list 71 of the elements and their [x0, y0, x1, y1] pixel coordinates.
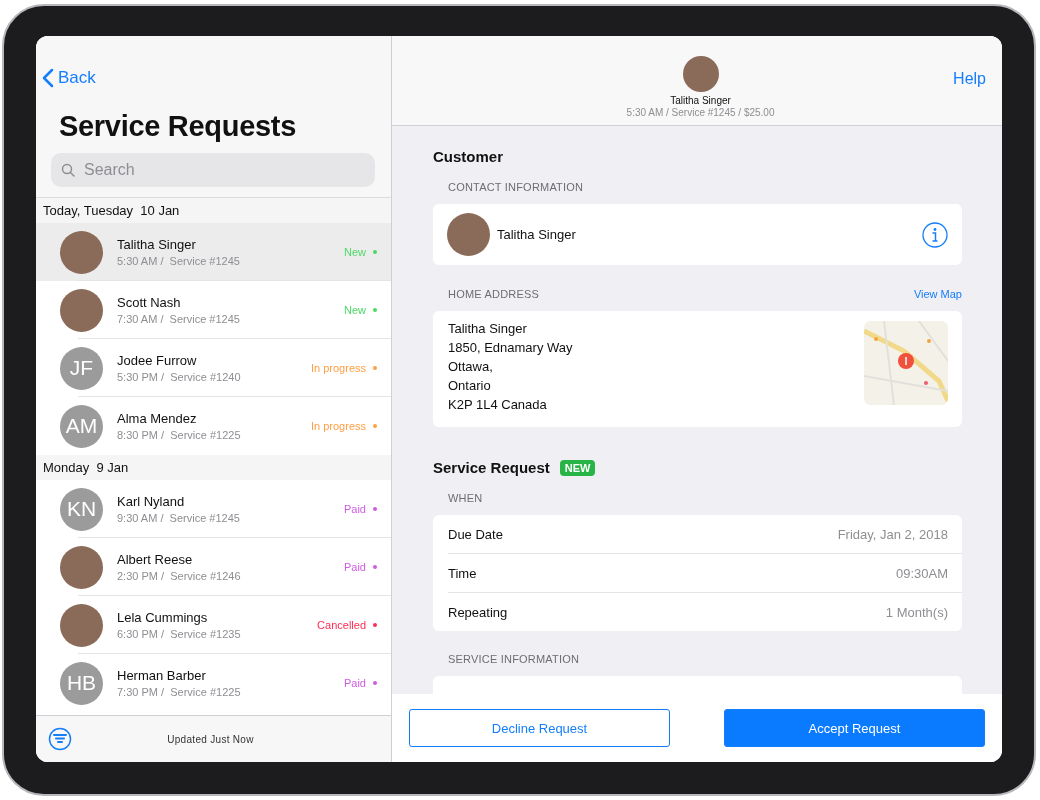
request-detail: 7:30 AM / Service #1245 — [117, 313, 241, 325]
section-title: Customer — [433, 148, 503, 165]
status-label: Paid — [343, 677, 366, 689]
customer-name: Talitha Singer — [117, 237, 197, 252]
customer-name: Jodee Furrow — [117, 353, 198, 368]
initials-avatar: AM — [60, 404, 103, 448]
section-label: HOME ADDRESS — [448, 288, 540, 300]
address-line: Talitha Singer — [448, 321, 528, 336]
search-field[interactable]: Search — [51, 153, 375, 187]
contact-name: Talitha Singer — [497, 227, 577, 242]
address-line: K2P 1L4 Canada — [448, 397, 548, 412]
decline-button[interactable]: Decline Request — [409, 709, 670, 747]
avatar-placeholder — [447, 213, 490, 256]
field-value: 09:30AM — [895, 565, 948, 581]
initials-avatar: JF — [60, 346, 103, 390]
request-detail: 2:30 PM / Service #1246 — [117, 570, 242, 582]
status-label: In progress — [310, 420, 366, 432]
initials-avatar: HB — [60, 661, 103, 705]
request-detail: 5:30 PM / Service #1240 — [117, 371, 242, 383]
search-icon — [61, 163, 75, 177]
avatar-placeholder — [60, 603, 103, 647]
section-label: WHEN — [448, 492, 483, 504]
filter-icon[interactable] — [48, 727, 72, 751]
view-map-link[interactable]: View Map — [913, 288, 962, 300]
avatar-placeholder — [682, 56, 719, 92]
field-label: Due Date — [448, 526, 503, 542]
address-line: 1850, Ednamary Way — [448, 340, 573, 355]
back-chevron-icon — [42, 68, 54, 88]
status-label: New — [344, 246, 366, 258]
section-header: Today, Tuesday 10 Jan — [36, 198, 391, 223]
status-label: Paid — [343, 561, 366, 573]
request-summary: 5:30 AM / Service #1245 / $25.00 — [626, 107, 775, 118]
request-detail: 5:30 AM / Service #1245 — [117, 255, 241, 267]
status-label: Paid — [343, 503, 366, 515]
customer-name: Herman Barber — [117, 668, 207, 683]
field-label: Repeating — [448, 604, 508, 620]
section-label: CONTACT INFORMATION — [448, 181, 584, 193]
customer-name: Karl Nyland — [117, 494, 186, 509]
avatar-placeholder — [60, 230, 103, 274]
help-link[interactable]: Help — [953, 70, 986, 88]
initials-avatar: KN — [60, 487, 103, 531]
field-value: 1 Month(s) — [885, 604, 948, 620]
avatar-placeholder — [60, 288, 103, 332]
field-value: Friday, Jan 2, 2018 — [837, 526, 948, 542]
request-detail: 9:30 AM / Service #1245 — [117, 512, 241, 524]
request-detail: 8:30 PM / Service #1225 — [117, 429, 242, 441]
info-icon[interactable] — [922, 221, 948, 248]
customer-name: Scott Nash — [117, 295, 182, 310]
request-detail: 7:30 PM / Service #1225 — [117, 686, 242, 698]
customer-name: Alma Mendez — [117, 411, 198, 426]
new-badge: NEW — [559, 459, 596, 476]
update-status: Updated Just Now — [166, 733, 255, 745]
status-label: In progress — [310, 362, 366, 374]
back-link[interactable]: Back — [42, 68, 96, 88]
accept-button[interactable]: Accept Request — [724, 709, 985, 747]
address-line: Ottawa, — [448, 359, 494, 374]
section-title: Service Request — [433, 459, 550, 476]
status-label: New — [344, 304, 366, 316]
map-drawing[interactable] — [864, 321, 948, 405]
customer-name: Lela Cummings — [117, 610, 209, 625]
request-row[interactable]: Talitha Singer 5:30 AM / Service #1245 New — [36, 223, 391, 281]
customer-name: Talitha Singer — [670, 95, 731, 106]
customer-name: Albert Reese — [117, 552, 194, 567]
field-label: Time — [448, 565, 477, 581]
section-header: Monday 9 Jan — [36, 455, 391, 480]
address-line: Ontario — [448, 378, 492, 393]
page-title: Service Requests — [59, 110, 297, 143]
avatar-placeholder — [60, 545, 103, 589]
status-label: Cancelled — [317, 619, 366, 631]
section-label: SERVICE INFORMATION — [448, 653, 580, 665]
request-detail: 6:30 PM / Service #1235 — [117, 628, 242, 640]
